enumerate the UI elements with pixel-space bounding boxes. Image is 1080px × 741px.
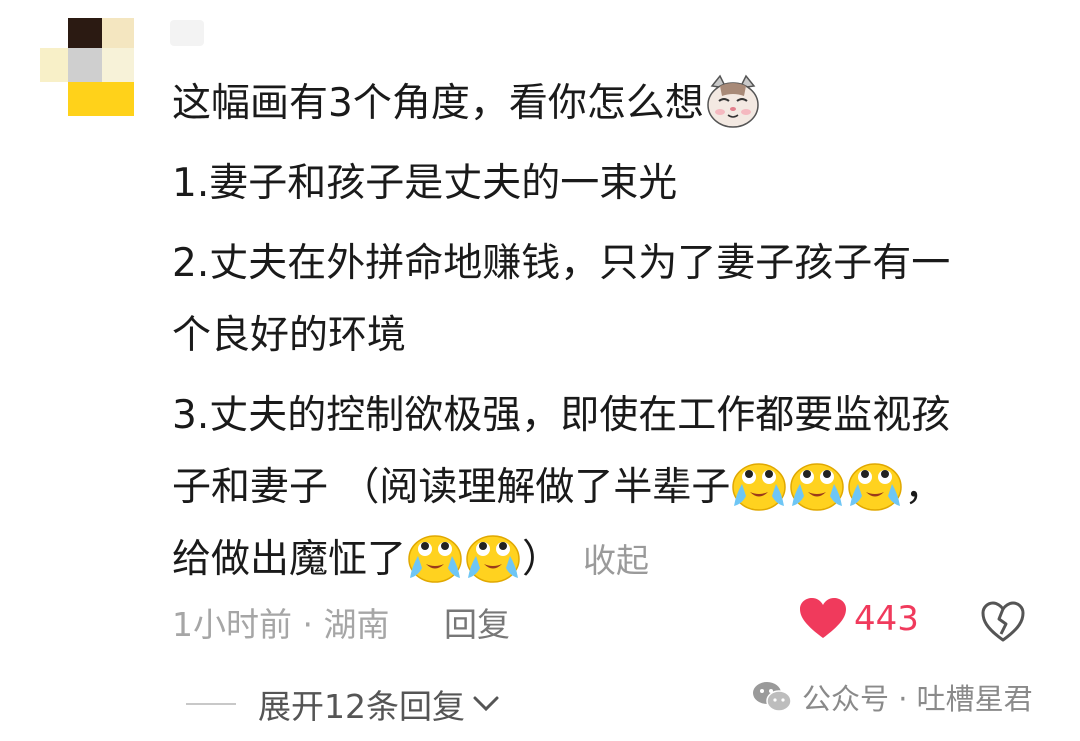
comment-line: ， [904,465,944,510]
comment-meta: 1小时前 · 湖南 回复 [172,598,510,646]
crying-laughing-face-icon [464,532,522,584]
crying-laughing-face-icon [406,532,464,584]
comment-line: 1.妻子和孩子是丈夫的一束光 [172,161,678,206]
comment-line: 个良好的环境 [172,313,407,358]
crying-laughing-face-icon [730,460,788,512]
crying-laughing-face-icon [788,460,846,512]
expand-replies-button[interactable]: 展开12条回复 [186,680,501,728]
avatar[interactable] [40,18,134,118]
heart-icon [800,598,846,638]
crying-laughing-face-icon [846,460,904,512]
username[interactable] [170,20,204,46]
comment-line: ） [522,537,562,582]
wechat-icon [753,682,792,712]
like-count: 443 [854,599,919,639]
reply-button[interactable]: 回复 [444,605,510,644]
collapse-link[interactable]: 收起 [583,541,649,580]
comment-line: 这幅画有3个角度，看你怎么想 [172,81,704,126]
comment-line: 子和妻子 （阅读理解做了半辈子 [172,465,731,510]
meta-separator: · [302,605,314,644]
comment-time: 1小时前 [172,605,292,644]
comment-line: 给做出魔怔了 [172,537,407,582]
expand-replies-label: 展开12条回复 [258,687,465,726]
cat-face-icon [707,74,759,128]
like-button[interactable]: 443 [800,598,919,640]
watermark: 公众号 · 吐槽星君 [752,676,1033,718]
broken-heart-icon[interactable] [980,600,1026,646]
comment-line: 3.丈夫的控制欲极强，即使在工作都要监视孩 [172,393,951,438]
comment-location: 湖南 [323,605,390,644]
chevron-down-icon [473,696,499,712]
comment-body: 这幅画有3个角度，看你怎么想 1.妻子和孩子是丈夫的一束光 2.丈夫在外拼命地赚… [172,68,1032,596]
watermark-text: 公众号 · 吐槽星君 [802,682,1033,716]
comment-line: 2.丈夫在外拼命地赚钱，只为了妻子孩子有一 [172,241,951,286]
divider [186,703,236,705]
